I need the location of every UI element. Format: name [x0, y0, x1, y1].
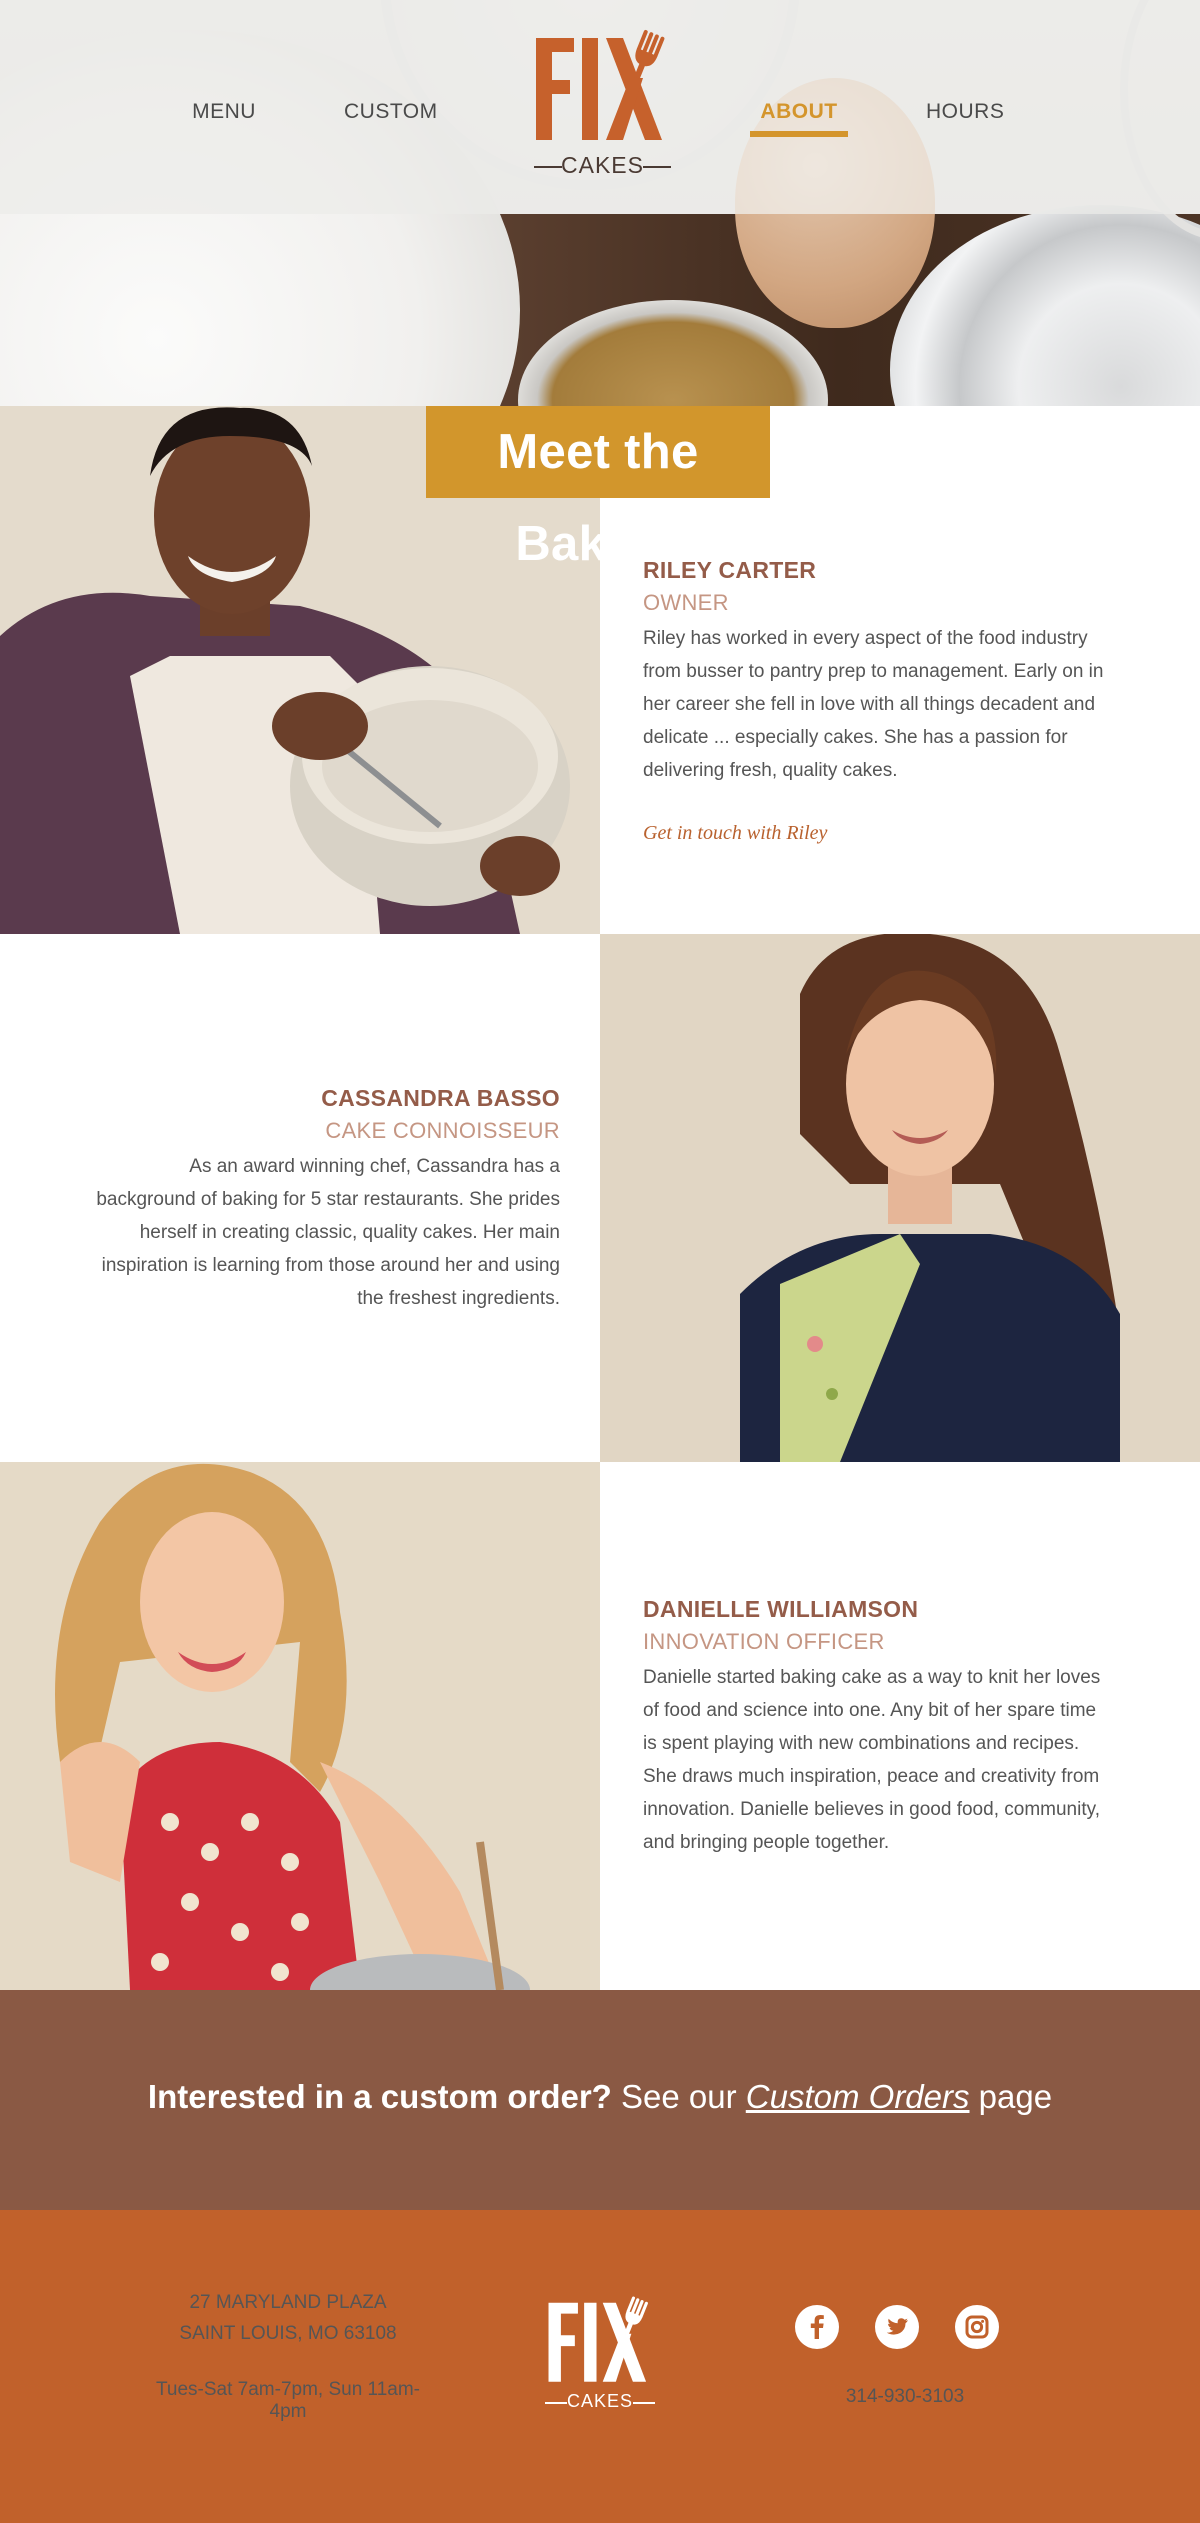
nav-custom-link[interactable]: CUSTOM: [344, 97, 437, 127]
baker-row-cassandra: CASSANDRA BASSO CAKE CONNOISSEUR As an a…: [0, 934, 1200, 1462]
baker-name: RILEY CARTER: [643, 557, 817, 583]
facebook-icon: [810, 2315, 824, 2339]
page-title: Meet the Bakers: [426, 406, 770, 571]
nav-about-link[interactable]: ABOUT: [750, 97, 848, 137]
baker-photo-danielle: [0, 1462, 600, 1990]
instagram-icon: [965, 2315, 989, 2339]
custom-orders-link[interactable]: Custom Orders: [746, 2078, 970, 2115]
footer-logo-subtitle: CAKES: [542, 2391, 658, 2412]
baker-role: INNOVATION OFFICER: [643, 1629, 885, 1654]
facebook-link[interactable]: [795, 2305, 839, 2349]
footer-hours: Tues-Sat 7am-7pm, Sun 11am-4pm: [156, 2379, 420, 2422]
baker-description: Riley has worked in every aspect of the …: [643, 628, 1104, 781]
baker-name: CASSANDRA BASSO: [321, 1085, 560, 1111]
contact-riley-link[interactable]: Get in touch with Riley: [643, 822, 1113, 845]
footer-logo-mark: [548, 2296, 648, 2382]
baker-bio-danielle: DANIELLE WILLIAMSON INNOVATION OFFICER D…: [643, 1593, 1113, 1859]
footer-logo[interactable]: CAKES: [542, 2295, 658, 2421]
baker-row-danielle: DANIELLE WILLIAMSON INNOVATION OFFICER D…: [0, 1462, 1200, 1990]
nav-hours-link[interactable]: HOURS: [926, 97, 1004, 127]
baker-role: CAKE CONNOISSEUR: [325, 1118, 560, 1143]
logo-subtitle: CAKES: [530, 152, 675, 179]
custom-order-cta: Interested in a custom order? See our Cu…: [0, 1990, 1200, 2210]
instagram-link[interactable]: [955, 2305, 999, 2349]
cta-suffix: page: [978, 2078, 1053, 2115]
twitter-icon: [886, 2318, 908, 2335]
footer-phone: 314-930-3103: [845, 2386, 965, 2407]
footer-address-line2: SAINT LOUIS, MO 63108: [179, 2323, 397, 2344]
baker-role: OWNER: [643, 590, 729, 615]
site-logo[interactable]: CAKES: [530, 28, 675, 188]
baker-description: Danielle started baking cake as a way to…: [643, 1667, 1101, 1853]
footer-address-line1: 27 MARYLAND PLAZA: [189, 2292, 387, 2313]
baker-bio-riley: RILEY CARTER OWNER Riley has worked in e…: [643, 554, 1113, 845]
baker-photo-cassandra: [600, 934, 1200, 1462]
cta-see-our: See our: [621, 2078, 737, 2115]
twitter-link[interactable]: [875, 2305, 919, 2349]
baker-name: DANIELLE WILLIAMSON: [643, 1596, 919, 1622]
nav-menu-link[interactable]: MENU: [192, 97, 256, 127]
cta-text: Interested in a custom order? See our Cu…: [0, 2075, 1200, 2119]
baker-bio-cassandra: CASSANDRA BASSO CAKE CONNOISSEUR As an a…: [90, 1082, 560, 1315]
baker-description: As an award winning chef, Cassandra has …: [96, 1156, 560, 1309]
logo-mark: [536, 30, 665, 140]
cta-question: Interested in a custom order?: [147, 2078, 612, 2115]
